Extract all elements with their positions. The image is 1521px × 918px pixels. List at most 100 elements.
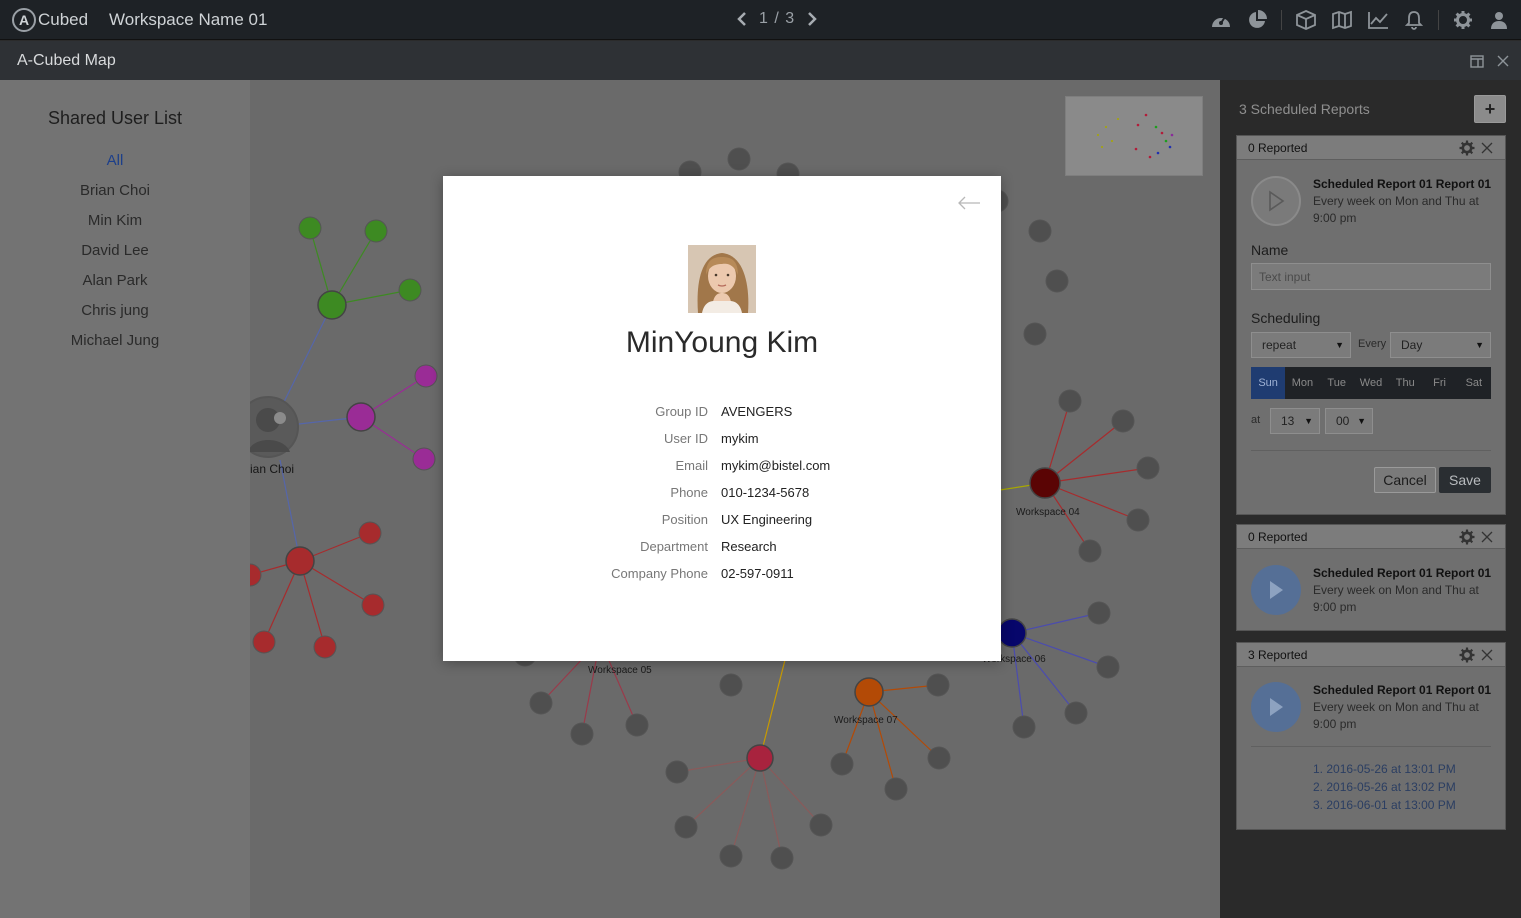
every-select[interactable]: Day ▼: [1390, 332, 1491, 358]
user-filter-all[interactable]: All: [0, 152, 230, 182]
user-item[interactable]: Min Kim: [0, 212, 230, 242]
day-thu[interactable]: Thu: [1388, 367, 1422, 399]
close-icon: [1497, 55, 1509, 67]
cube-icon[interactable]: [1294, 8, 1318, 32]
user-item[interactable]: Michael Jung: [0, 332, 230, 362]
add-report-button[interactable]: +: [1474, 95, 1506, 123]
day-fri[interactable]: Fri: [1422, 367, 1456, 399]
previous-page-button[interactable]: [733, 8, 751, 30]
back-arrow-icon[interactable]: [956, 193, 982, 213]
day-tue[interactable]: Tue: [1320, 367, 1354, 399]
user-item[interactable]: Chris jung: [0, 302, 230, 332]
close-icon[interactable]: [1479, 647, 1495, 663]
close-icon[interactable]: [1479, 529, 1495, 545]
layout-toggle-button[interactable]: [1469, 53, 1485, 69]
graph-node[interactable]: [719, 673, 743, 697]
hour-select[interactable]: 13 ▼: [1270, 408, 1320, 434]
run-report-button[interactable]: [1251, 682, 1301, 732]
red-leaf-node[interactable]: [361, 593, 385, 617]
history-item[interactable]: 2. 2016-05-26 at 13:02 PM: [1313, 778, 1456, 796]
purple-hub-node[interactable]: [346, 402, 376, 432]
node-label-ws05: Workspace 05: [588, 665, 652, 676]
day-sun[interactable]: Sun: [1251, 367, 1286, 399]
workspace-07-hub-node[interactable]: [854, 677, 884, 707]
workspace-07-leaf-node[interactable]: [884, 777, 908, 801]
close-icon[interactable]: [1479, 140, 1495, 156]
crimson-leaf-node[interactable]: [809, 813, 833, 837]
minimap[interactable]: [1065, 96, 1203, 176]
crimson-leaf-node[interactable]: [719, 844, 743, 868]
gear-icon[interactable]: [1459, 529, 1475, 545]
workspace-05-leaf-node[interactable]: [570, 722, 594, 746]
close-map-button[interactable]: [1495, 53, 1511, 69]
repeat-select-value: repeat: [1262, 338, 1297, 352]
green-leaf-node[interactable]: [398, 278, 422, 302]
history-item[interactable]: 1. 2016-05-26 at 13:01 PM: [1313, 760, 1456, 778]
crimson-leaf-node[interactable]: [674, 815, 698, 839]
graph-node[interactable]: [1028, 219, 1052, 243]
crimson-leaf-node[interactable]: [665, 760, 689, 784]
line-chart-icon[interactable]: [1366, 8, 1390, 32]
workspace-07-leaf-node[interactable]: [926, 673, 950, 697]
workspace-06-leaf-node[interactable]: [1012, 715, 1036, 739]
cancel-button[interactable]: Cancel: [1374, 467, 1436, 493]
pie-chart-icon[interactable]: [1245, 8, 1269, 32]
workspace-04-leaf-node[interactable]: [1058, 389, 1082, 413]
purple-leaf-node[interactable]: [414, 364, 438, 388]
green-leaf-node[interactable]: [298, 216, 322, 240]
workspace-06-leaf-node[interactable]: [1064, 701, 1088, 725]
name-label: Name: [1251, 242, 1289, 258]
workspace-07-leaf-node[interactable]: [830, 752, 854, 776]
graph-node[interactable]: [727, 147, 751, 171]
day-wed[interactable]: Wed: [1354, 367, 1388, 399]
history-item[interactable]: 3. 2016-06-01 at 13:00 PM: [1313, 796, 1456, 814]
graph-node[interactable]: [1045, 269, 1069, 293]
field-value: AVENGERS: [721, 404, 793, 419]
workspace-07-leaf-node[interactable]: [927, 746, 951, 770]
workspace-04-leaf-node[interactable]: [1126, 508, 1150, 532]
dashboard-icon[interactable]: [1209, 8, 1233, 32]
workspace-name: Workspace Name 01: [109, 10, 268, 29]
crimson-leaf-node[interactable]: [770, 846, 794, 870]
repeat-select[interactable]: repeat ▼: [1251, 332, 1351, 358]
workspace-04-leaf-node[interactable]: [1136, 456, 1160, 480]
workspace-04-leaf-node[interactable]: [1078, 539, 1102, 563]
green-leaf-node[interactable]: [364, 219, 388, 243]
user-item[interactable]: David Lee: [0, 242, 230, 272]
app-logo[interactable]: A Cubed: [12, 7, 88, 33]
bell-icon[interactable]: [1402, 8, 1426, 32]
map-icon[interactable]: [1330, 8, 1354, 32]
workspace-05-leaf-node[interactable]: [625, 713, 649, 737]
gear-icon[interactable]: [1451, 8, 1475, 32]
workspace-06-hub-node[interactable]: [997, 618, 1027, 648]
workspace-04-hub-node[interactable]: [1029, 467, 1061, 499]
green-hub-node[interactable]: [317, 290, 347, 320]
report-name-input[interactable]: [1251, 263, 1491, 290]
gear-icon[interactable]: [1459, 140, 1475, 156]
user-item[interactable]: Brian Choi: [0, 182, 230, 212]
day-mon[interactable]: Mon: [1285, 367, 1319, 399]
user-item[interactable]: Alan Park: [0, 272, 230, 302]
run-report-button[interactable]: [1251, 565, 1301, 615]
minute-select[interactable]: 00 ▼: [1325, 408, 1373, 434]
workspace-06-leaf-node[interactable]: [1096, 655, 1120, 679]
run-report-button[interactable]: [1251, 176, 1301, 226]
gear-icon[interactable]: [1459, 647, 1475, 663]
red-hub-node[interactable]: [285, 546, 315, 576]
panel-heading: 3 Scheduled Reports: [1239, 101, 1370, 117]
red-leaf-node[interactable]: [252, 630, 276, 654]
day-sat[interactable]: Sat: [1457, 367, 1491, 399]
crimson-hub-node[interactable]: [746, 744, 774, 772]
graph-node[interactable]: [1023, 322, 1047, 346]
user-icon[interactable]: [1487, 8, 1511, 32]
workspace-05-leaf-node[interactable]: [529, 691, 553, 715]
purple-leaf-node[interactable]: [412, 447, 436, 471]
save-button[interactable]: Save: [1439, 467, 1491, 493]
next-page-button[interactable]: [803, 8, 821, 30]
divider: [1251, 450, 1491, 451]
logo-mark: A: [12, 8, 36, 32]
red-leaf-node[interactable]: [313, 635, 337, 659]
workspace-06-leaf-node[interactable]: [1087, 601, 1111, 625]
workspace-04-leaf-node[interactable]: [1111, 409, 1135, 433]
red-leaf-node[interactable]: [358, 521, 382, 545]
